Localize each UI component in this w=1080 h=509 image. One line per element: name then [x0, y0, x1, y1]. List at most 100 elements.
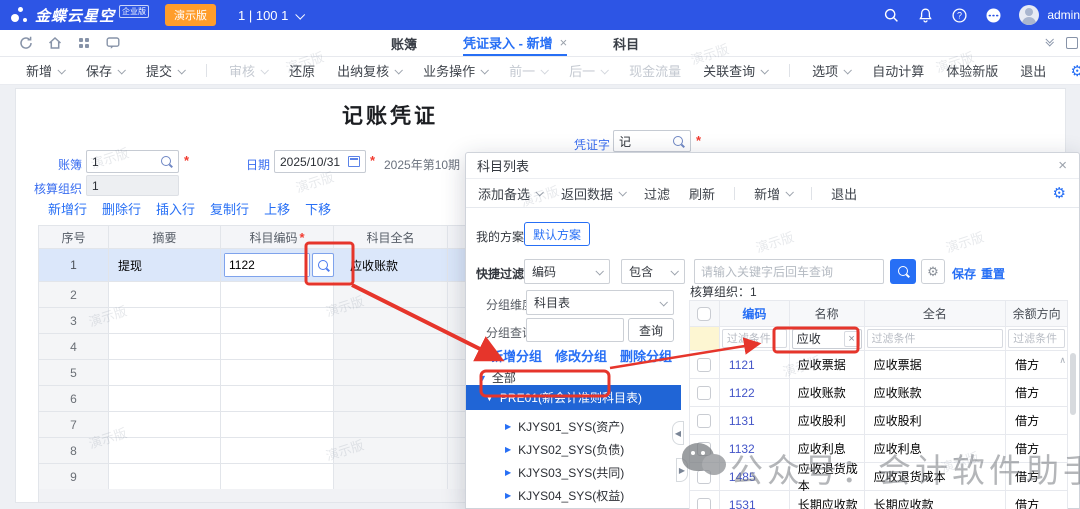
group-dimension-select[interactable]: 科目表	[526, 290, 674, 315]
cell-code[interactable]	[221, 308, 334, 334]
toolbar-button[interactable]: 还原	[289, 61, 315, 80]
account-code[interactable]: 1131	[720, 407, 790, 435]
grid-empty-row[interactable]: 2	[39, 282, 468, 308]
date-field[interactable]	[274, 150, 366, 173]
scrollbar-thumb[interactable]	[1070, 353, 1076, 415]
toolbar-button[interactable]: 出纳复核	[337, 61, 401, 80]
search-button[interactable]	[890, 259, 916, 284]
select-all-checkbox[interactable]	[690, 301, 720, 327]
cell-code[interactable]	[221, 334, 334, 360]
dialog-titlebar[interactable]: 科目列表 ×	[466, 153, 1079, 179]
calendar-icon[interactable]	[348, 156, 360, 167]
account-code[interactable]: 1531	[720, 491, 790, 509]
row-checkbox[interactable]	[690, 491, 720, 509]
book-input[interactable]	[92, 155, 160, 169]
grid-row-action-link[interactable]: 下移	[305, 199, 331, 218]
toolbar-button[interactable]: 退出	[1020, 61, 1046, 80]
dialog-toolbar-button[interactable]: 退出	[831, 184, 857, 203]
date-input[interactable]	[280, 155, 348, 169]
tree-collapsed-icon[interactable]: ▶	[505, 422, 511, 431]
reset-link[interactable]: 重置	[981, 265, 1005, 282]
code-filter-input[interactable]	[722, 329, 787, 348]
account-code-input[interactable]	[225, 254, 309, 276]
fullscreen-icon[interactable]	[1066, 37, 1078, 49]
account-lookup-button[interactable]	[312, 253, 334, 277]
cell-summary[interactable]: 提现	[109, 249, 221, 282]
dialog-toolbar-button[interactable]: 刷新	[689, 184, 715, 203]
grid-empty-row[interactable]: 5	[39, 360, 468, 386]
tree-node-child[interactable]: ▶KJYS01_SYS(资产)	[466, 415, 681, 438]
book-field[interactable]	[86, 150, 179, 173]
account-row[interactable]: 1132 应收利息 应收利息 借方	[690, 435, 1068, 463]
group-action-link[interactable]: 修改分组	[555, 346, 607, 365]
grid-empty-row[interactable]: 8	[39, 438, 468, 464]
grid-row-action-link[interactable]: 复制行	[210, 199, 249, 218]
toolbar-button[interactable]: 新增	[26, 61, 64, 80]
grid-row-selected[interactable]: 1 提现 应收账款	[39, 249, 468, 282]
cell-summary[interactable]	[109, 412, 221, 438]
fullname-filter-cell[interactable]	[865, 327, 1007, 351]
apps-grid-icon[interactable]	[76, 35, 92, 51]
account-row[interactable]: 1131 应收股利 应收股利 借方	[690, 407, 1068, 435]
col-header-fullname[interactable]: 全名	[865, 301, 1007, 327]
col-header-name[interactable]: 名称	[790, 301, 865, 327]
collapse-double-chevron-icon[interactable]	[1046, 40, 1052, 46]
row-checkbox[interactable]	[690, 351, 720, 379]
tree-node-child[interactable]: ▶KJYS02_SYS(负债)	[466, 438, 681, 461]
filter-settings-button[interactable]: ⚙	[921, 259, 945, 284]
sync-icon[interactable]	[18, 35, 34, 51]
help-icon[interactable]: ?	[951, 7, 968, 24]
grid-empty-row[interactable]: 7	[39, 412, 468, 438]
search-icon[interactable]	[883, 7, 900, 24]
home-icon[interactable]	[47, 35, 63, 51]
tree-node-selected[interactable]: ▼PRE01(新会计准则科目表)	[466, 385, 681, 410]
workspace-tab[interactable]: 账簿 ×	[391, 30, 417, 56]
cell-summary[interactable]	[109, 360, 221, 386]
scroll-up-icon[interactable]: ∧	[1059, 355, 1066, 366]
filter-field-select[interactable]: 编码	[524, 259, 610, 284]
name-filter-cell[interactable]: 应收×	[790, 327, 865, 351]
account-row[interactable]: 1121 应收票据 应收票据 借方	[690, 351, 1068, 379]
cell-summary[interactable]	[109, 308, 221, 334]
user-name[interactable]: admin	[1047, 8, 1080, 22]
gear-icon[interactable]: ⚙	[1071, 62, 1080, 80]
group-query-input[interactable]	[526, 318, 624, 342]
row-checkbox[interactable]	[690, 407, 720, 435]
row-checkbox[interactable]	[690, 435, 720, 463]
lookup-magnifier-icon[interactable]	[672, 135, 685, 148]
tree-node-root[interactable]: ▼全部	[478, 369, 516, 386]
workspace-tab[interactable]: 科目 ×	[613, 30, 639, 56]
do-not-disturb-icon[interactable]	[985, 7, 1002, 24]
grid-row-action-link[interactable]: 新增行	[48, 199, 87, 218]
grid-empty-row[interactable]: 6	[39, 386, 468, 412]
workspace-tab[interactable]: 凭证录入 - 新增 ×	[463, 30, 567, 56]
tree-collapsed-icon[interactable]: ▶	[505, 491, 511, 500]
cell-code[interactable]	[221, 412, 334, 438]
cell-summary[interactable]	[109, 386, 221, 412]
close-tab-icon[interactable]: ×	[560, 35, 568, 50]
dialog-toolbar-button[interactable]: 过滤	[644, 184, 670, 203]
toolbar-button[interactable]: 前一	[509, 61, 547, 80]
col-header-code[interactable]: 编码	[720, 301, 790, 327]
direction-filter-cell[interactable]	[1006, 327, 1068, 351]
account-row[interactable]: 1485 应收退货成本 应收退货成本 借方	[690, 463, 1068, 491]
tree-expand-icon[interactable]: ▼	[478, 373, 487, 383]
voucher-word-field[interactable]	[613, 130, 691, 152]
cell-code[interactable]	[221, 438, 334, 464]
gear-icon[interactable]: ⚙	[1053, 184, 1066, 202]
cell-code[interactable]	[221, 360, 334, 386]
toolbar-button[interactable]: 审核	[229, 61, 267, 80]
keyword-input[interactable]	[694, 259, 884, 284]
splitter-collapse-left[interactable]: ◀	[672, 421, 684, 445]
toolbar-button[interactable]: 业务操作	[423, 61, 487, 80]
account-code[interactable]: 1122	[720, 379, 790, 407]
grid-row-action-link[interactable]: 插入行	[156, 199, 195, 218]
cell-summary[interactable]	[109, 464, 221, 490]
cell-code[interactable]	[221, 282, 334, 308]
tree-node-child[interactable]: ▶KJYS03_SYS(共同)	[466, 461, 681, 484]
name-filter-value[interactable]: 应收	[793, 330, 821, 347]
account-code[interactable]: 1485	[720, 463, 790, 491]
group-action-link[interactable]: 新增分组	[490, 346, 542, 365]
toolbar-button[interactable]: 保存	[86, 61, 124, 80]
toolbar-button[interactable]: 自动计算	[872, 61, 924, 80]
